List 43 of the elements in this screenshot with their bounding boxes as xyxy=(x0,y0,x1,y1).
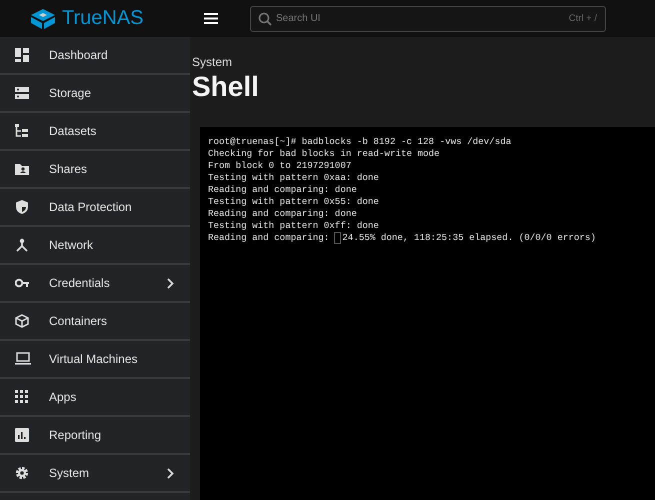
terminal-line: 24.55% done, 118:25:35 elapsed. (0/0/0 errors) xyxy=(342,232,596,244)
box-icon xyxy=(15,314,29,328)
storage-icon xyxy=(15,86,29,100)
menu-icon xyxy=(204,13,218,24)
terminal-line: Reading and comparing: done xyxy=(208,184,358,196)
sidebar-item[interactable]: Shares xyxy=(0,151,190,189)
sidebar-item[interactable]: Network xyxy=(0,227,190,265)
sidebar-item[interactable]: Datasets xyxy=(0,113,190,151)
sidebar-item[interactable]: Data Protection xyxy=(0,189,190,227)
laptop-icon xyxy=(15,352,31,366)
terminal-line: From block 0 to 2197291007 xyxy=(208,160,352,172)
logo-icon xyxy=(30,8,56,30)
sidebar-item[interactable]: Reporting xyxy=(0,417,190,455)
terminal-line: Testing with pattern 0x55: done xyxy=(208,196,380,208)
network-icon xyxy=(15,238,29,252)
terminal-line: Reading and comparing: done xyxy=(208,208,358,220)
dashboard-icon xyxy=(15,48,29,62)
sidebar-item[interactable]: Dashboard xyxy=(0,37,190,75)
sidebar-item[interactable]: System xyxy=(0,455,190,493)
settings-icon xyxy=(15,466,29,480)
logo-text: TrueNAS xyxy=(62,7,144,30)
tree-icon xyxy=(15,124,29,138)
terminal-line: Checking for bad blocks in read-write mode xyxy=(208,148,441,160)
grid-icon xyxy=(15,390,29,404)
terminal-line: Testing with pattern 0xff: done xyxy=(208,220,380,232)
page-title: Shell xyxy=(192,71,260,103)
cursor xyxy=(334,232,342,244)
sidebar-item[interactable]: Virtual Machines xyxy=(0,341,190,379)
sidebar-item[interactable]: Apps xyxy=(0,379,190,417)
sidebar-item[interactable]: Containers xyxy=(0,303,190,341)
shortcut-hint: Ctrl + / xyxy=(568,12,597,24)
terminal[interactable] xyxy=(200,127,655,500)
key-icon xyxy=(15,276,29,290)
terminal-line: Testing with pattern 0xaa: done xyxy=(208,172,380,184)
search-icon xyxy=(258,12,272,26)
chart-icon xyxy=(15,428,29,442)
shield-icon xyxy=(15,200,29,214)
terminal-line: root@truenas[~]# badblocks -b 8192 -c 128 -vws /dev/sda xyxy=(208,136,512,148)
breadcrumb: System xyxy=(192,55,234,69)
folder-icon xyxy=(15,162,29,176)
sidebar-item[interactable]: Storage xyxy=(0,75,190,113)
terminal-line: Reading and comparing: xyxy=(208,232,330,244)
sidebar-item[interactable]: Credentials xyxy=(0,265,190,303)
